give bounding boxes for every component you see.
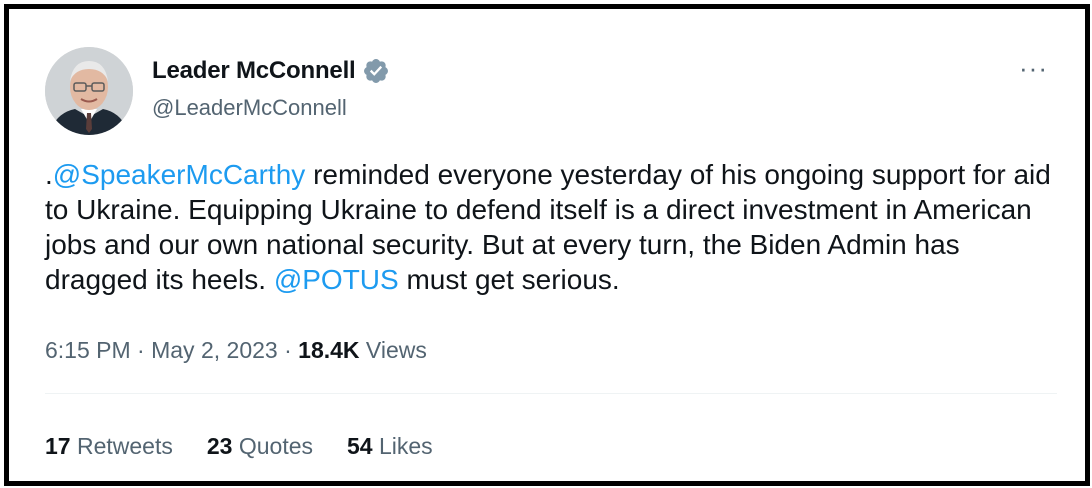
quotes-label: Quotes [232,433,313,459]
likes-stat[interactable]: 54 Likes [347,433,433,460]
tweet-text-part2: must get serious. [398,264,620,295]
avatar[interactable] [45,47,133,135]
author-name-row[interactable]: Leader McConnell [152,57,390,85]
views-label: Views [359,337,427,363]
verified-badge-icon [362,57,390,85]
author-name[interactable]: Leader McConnell [152,57,356,85]
more-options-icon[interactable]: ··· [1019,55,1048,81]
tweet-time[interactable]: 6:15 PM [45,337,131,363]
tweet-card: Leader McConnell @LeaderMcConnell ··· .@… [4,4,1090,486]
retweets-stat[interactable]: 17 Retweets [45,433,173,460]
mention-link-potus[interactable]: @POTUS [274,264,399,295]
mention-link-speaker[interactable]: @SpeakerMcCarthy [53,159,306,190]
retweets-count: 17 [45,433,71,459]
divider [45,393,1057,394]
tweet-prefix: . [45,159,53,190]
quotes-count: 23 [206,433,233,459]
engagement-stats: 17 Retweets 23 Quotes 54 Likes [45,433,467,460]
profile-photo-icon [45,47,133,135]
views-count: 18.4K [298,337,360,363]
likes-label: Likes [372,433,433,459]
tweet-text: .@SpeakerMcCarthy reminded everyone yest… [45,157,1055,297]
quotes-stat[interactable]: 23 Quotes [207,433,313,460]
retweets-label: Retweets [70,433,173,459]
author-handle[interactable]: @LeaderMcConnell [152,95,347,121]
tweet-date[interactable]: May 2, 2023 [151,337,278,363]
tweet-meta: 6:15 PM · May 2, 2023 · 18.4K Views [45,337,427,364]
likes-count: 54 [347,433,373,459]
meta-separator: · [277,337,299,363]
meta-separator: · [130,337,152,363]
